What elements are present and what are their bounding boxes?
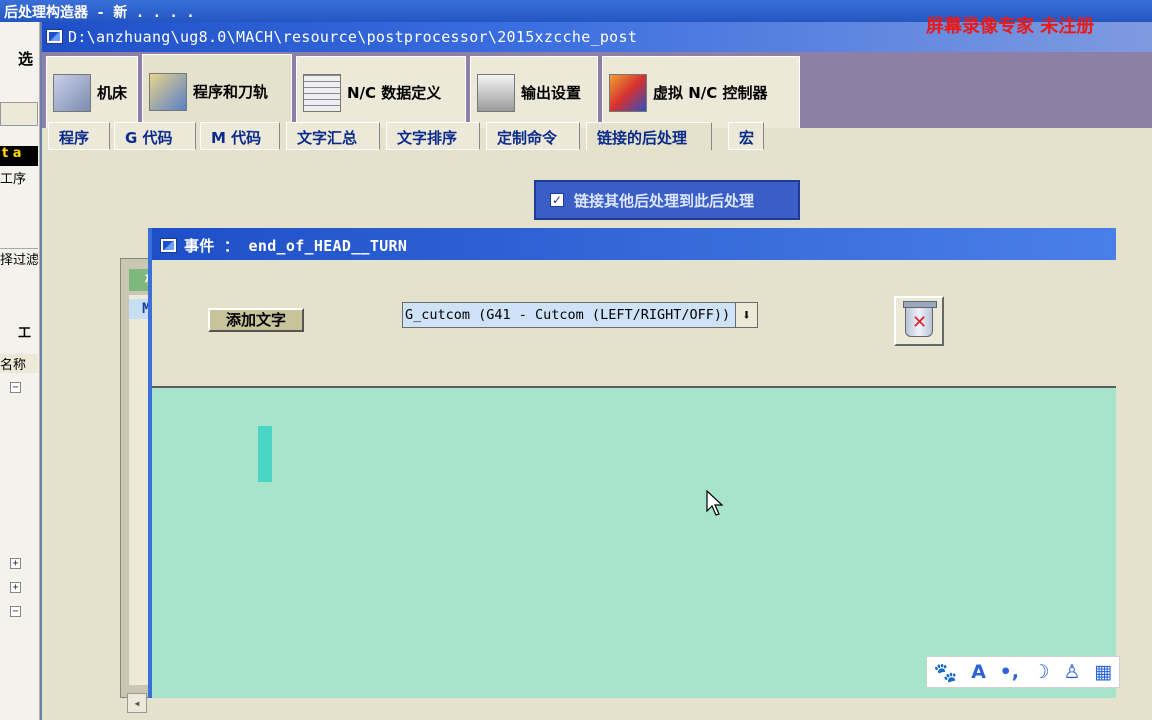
tab-label: 机床 bbox=[97, 84, 128, 102]
toolpath-icon bbox=[149, 72, 187, 111]
moon-icon[interactable]: ☽ bbox=[1033, 661, 1050, 683]
printer-icon bbox=[477, 73, 515, 112]
scroll-left-icon[interactable]: ◂ bbox=[127, 693, 147, 713]
tree-collapse-icon[interactable]: − bbox=[10, 606, 21, 617]
word-select-combo[interactable]: G_cutcom (G41 - Cutcom (LEFT/RIGHT/OFF))… bbox=[402, 302, 758, 328]
delete-trash-button[interactable]: ✕ bbox=[894, 296, 944, 346]
link-other-posts-checkbox[interactable]: ✓ 链接其他后处理到此后处理 bbox=[534, 180, 800, 220]
tab-label: 虚拟 N/C 控制器 bbox=[653, 84, 768, 102]
event-block-canvas[interactable] bbox=[152, 388, 1116, 698]
tab-label: N/C 数据定义 bbox=[347, 84, 442, 102]
bg-toolbar-icons[interactable] bbox=[0, 102, 38, 126]
text-cursor bbox=[258, 426, 272, 482]
subtab-custom-command[interactable]: 定制命令 bbox=[486, 122, 580, 150]
mouse-pointer-icon bbox=[706, 490, 724, 516]
nc-data-icon bbox=[303, 73, 341, 112]
user-icon[interactable]: ♙ bbox=[1063, 661, 1080, 683]
subtab-word-summary[interactable]: 文字汇总 bbox=[286, 122, 380, 150]
subtab-word-sequence[interactable]: 文字排序 bbox=[386, 122, 480, 150]
subtab-linked-posts[interactable]: 链接的后处理 bbox=[586, 122, 712, 150]
app-icon bbox=[46, 29, 63, 44]
tree-expand-icon[interactable]: + bbox=[10, 558, 21, 569]
subtab-macro[interactable]: 宏 bbox=[728, 122, 764, 150]
bg-left-item: t a bbox=[0, 146, 38, 166]
dropdown-arrow-icon[interactable]: ⬇ bbox=[735, 303, 757, 327]
event-dialog: 事件 ： end_of_HEAD__TURN 添加文字 G_cutcom (G4… bbox=[148, 228, 1116, 698]
combo-value: G_cutcom (G41 - Cutcom (LEFT/RIGHT/OFF)) bbox=[405, 307, 731, 323]
tab-label: 程序和刀轨 bbox=[193, 83, 269, 101]
add-word-button[interactable]: 添加文字 bbox=[208, 308, 304, 332]
tab-nc-data[interactable]: N/C 数据定义 bbox=[296, 56, 466, 128]
sub-tab-bar: 程序 G 代码 M 代码 文字汇总 文字排序 定制命令 链接的后处理 宏 bbox=[48, 122, 1152, 150]
bg-left-item: 名称 bbox=[0, 354, 38, 373]
tree-expand-icon[interactable]: + bbox=[10, 582, 21, 593]
punctuation-icon[interactable]: •, bbox=[1000, 661, 1019, 683]
tab-virtual-controller[interactable]: 虚拟 N/C 控制器 bbox=[602, 56, 800, 128]
controller-icon bbox=[609, 73, 647, 112]
grid-icon[interactable]: ▦ bbox=[1094, 661, 1112, 683]
event-dialog-title: 事件 ： end_of_HEAD__TURN bbox=[184, 237, 408, 255]
ime-toolbar: 🐾 A •, ☽ ♙ ▦ bbox=[926, 656, 1120, 688]
bg-left-item: 择过滤 bbox=[0, 248, 38, 268]
tab-machine[interactable]: 机床 bbox=[46, 56, 138, 128]
window-title: D:\anzhuang\ug8.0\MACH\resource\postproc… bbox=[68, 28, 638, 46]
event-dialog-titlebar[interactable]: 事件 ： end_of_HEAD__TURN bbox=[152, 228, 1116, 260]
machine-icon bbox=[53, 73, 91, 112]
tab-output-settings[interactable]: 输出设置 bbox=[470, 56, 598, 128]
recorder-watermark: 屏幕录像专家 未注册 bbox=[926, 16, 1095, 37]
subtab-g-code[interactable]: G 代码 bbox=[114, 122, 196, 150]
app-icon bbox=[160, 238, 177, 253]
tree-collapse-icon[interactable]: − bbox=[10, 382, 21, 393]
background-left-panel: 选 t a 工序 择过滤 工 名称 − + + − bbox=[0, 22, 40, 720]
bg-left-item: 工序 bbox=[0, 172, 27, 187]
tab-label: 输出设置 bbox=[521, 84, 582, 102]
subtab-m-code[interactable]: M 代码 bbox=[200, 122, 280, 150]
subtab-program[interactable]: 程序 bbox=[48, 122, 110, 150]
paw-icon[interactable]: 🐾 bbox=[934, 661, 958, 684]
trash-can-icon: ✕ bbox=[903, 301, 937, 337]
checkbox-checked-icon: ✓ bbox=[550, 193, 564, 207]
main-tab-bar: 机床 程序和刀轨 N/C 数据定义 输出设置 虚拟 N/C 控制器 bbox=[42, 52, 1152, 128]
checkbox-label: 链接其他后处理到此后处理 bbox=[574, 191, 755, 210]
tab-program-toolpath[interactable]: 程序和刀轨 bbox=[142, 54, 292, 128]
font-icon[interactable]: A bbox=[971, 661, 986, 683]
